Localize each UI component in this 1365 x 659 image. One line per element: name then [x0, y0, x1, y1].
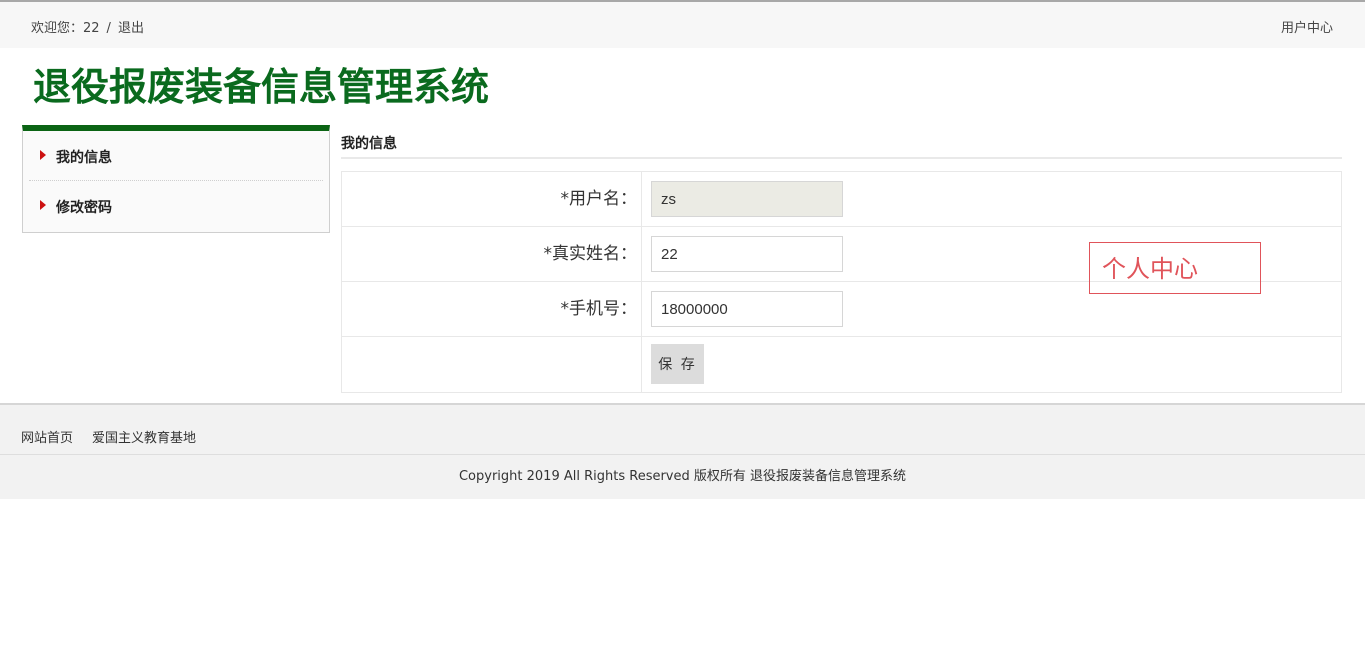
site-title: 退役报废装备信息管理系统 [33, 65, 490, 109]
phone-label: *手机号： [342, 282, 642, 337]
phone-field[interactable] [651, 291, 843, 327]
annotation-box: 个人中心 [1089, 242, 1261, 294]
realname-field[interactable] [651, 236, 843, 272]
separator: / [106, 21, 111, 36]
footer-links: 网站首页 爱国主义教育基地 [21, 427, 215, 446]
caret-right-icon [40, 150, 46, 160]
page-title: 我的信息 [341, 127, 1342, 159]
welcome-text: 欢迎您：22 [31, 21, 100, 36]
copyright: Copyright 2019 All Rights Reserved 版权所有 … [0, 455, 1365, 499]
realname-label: *真实姓名： [342, 227, 642, 282]
username-label: *用户名： [342, 172, 642, 227]
sidebar: 我的信息 修改密码 [22, 125, 330, 233]
user-center-link[interactable]: 用户中心 [1281, 17, 1333, 36]
top-bar: 欢迎您：22 / 退出 用户中心 [0, 0, 1365, 48]
save-button[interactable]: 保 存 [651, 344, 704, 384]
form-row-actions: 保 存 [342, 337, 1341, 392]
sidebar-item-my-info[interactable]: 我的信息 [29, 131, 323, 181]
empty-label-cell [342, 337, 642, 392]
welcome-area: 欢迎您：22 / 退出 [31, 17, 144, 36]
footer-nav: 网站首页 爱国主义教育基地 [0, 403, 1365, 455]
sidebar-item-change-password[interactable]: 修改密码 [29, 181, 323, 231]
form-row-username: *用户名： [342, 172, 1341, 227]
main-content: 我的信息 [341, 127, 1342, 159]
username-field[interactable] [651, 181, 843, 217]
sidebar-item-label: 我的信息 [56, 150, 112, 166]
caret-right-icon [40, 200, 46, 210]
sidebar-item-label: 修改密码 [56, 200, 112, 216]
footer-link-education-base[interactable]: 爱国主义教育基地 [92, 431, 196, 446]
logout-link[interactable]: 退出 [118, 17, 144, 36]
footer-link-home[interactable]: 网站首页 [21, 431, 73, 446]
